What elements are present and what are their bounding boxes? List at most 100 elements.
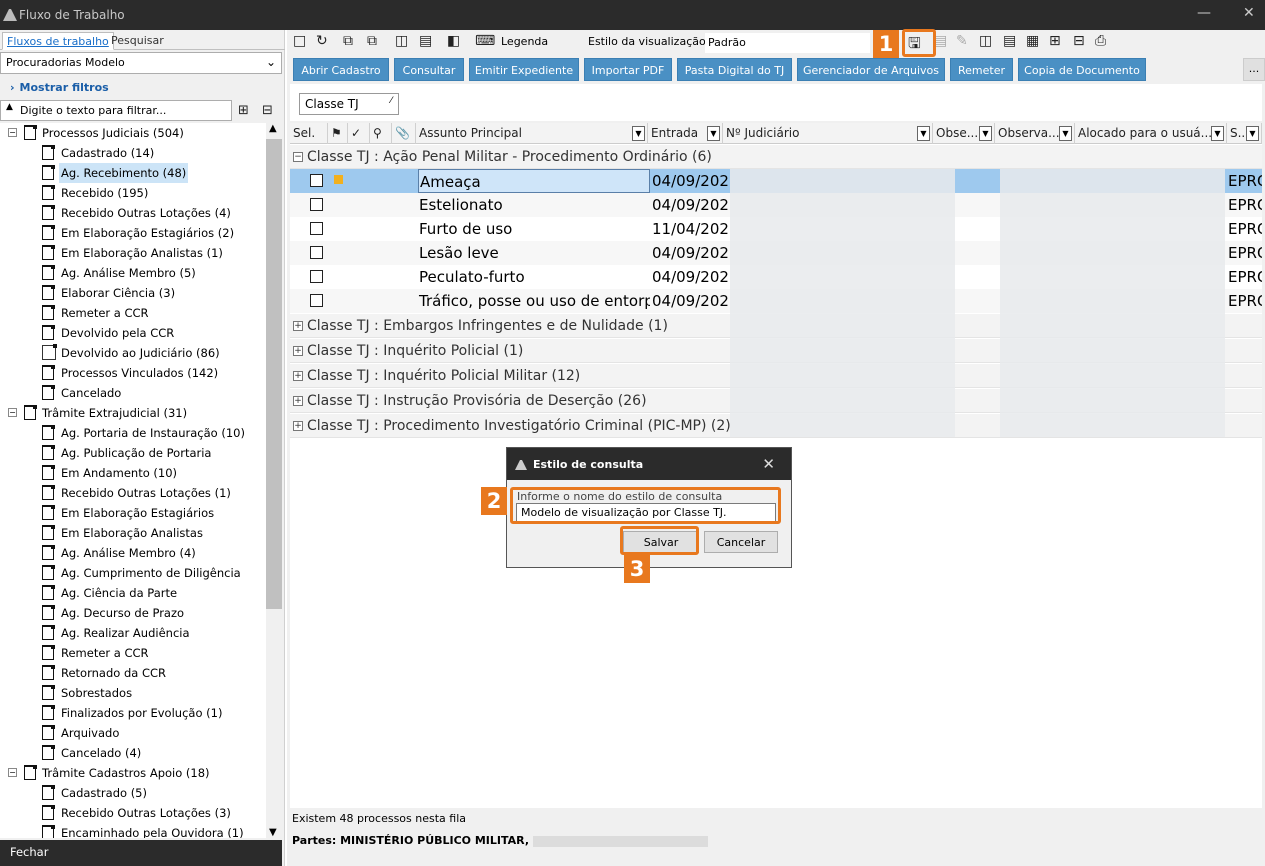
book-icon[interactable]: ◫ — [979, 33, 992, 49]
tree-item[interactable]: Cadastrado (5) — [0, 783, 266, 803]
action-button[interactable]: Copia de Documento — [1018, 58, 1146, 81]
tree-group[interactable]: − Trâmite Extrajudicial (31) — [0, 403, 266, 423]
dialog-close-icon[interactable]: ✕ — [762, 455, 775, 473]
duplicate-icon[interactable]: ⧉ — [367, 33, 377, 49]
group-by-tag[interactable]: Classe TJ ⁄ — [299, 93, 399, 115]
tree-item[interactable]: Ag. Análise Membro (5) — [0, 263, 266, 283]
columns-icon[interactable]: ▦ — [1026, 33, 1039, 49]
tree-scrollbar[interactable]: ▲ ▼ — [266, 123, 282, 838]
row-checkbox[interactable] — [310, 294, 323, 307]
col-tree-icon[interactable]: ⚲ — [370, 123, 392, 144]
tree-item[interactable]: Remeter a CCR — [0, 303, 266, 323]
legend-icon[interactable]: ⌨ — [475, 33, 495, 49]
tree-item[interactable]: Ag. Portaria de Instauração (10) — [0, 423, 266, 443]
mostrar-filtros-link[interactable]: › Mostrar filtros — [10, 81, 109, 94]
tree-item[interactable]: Finalizados por Evolução (1) — [0, 703, 266, 723]
row-checkbox[interactable] — [310, 174, 323, 187]
tree-item[interactable]: Cadastrado (14) — [0, 143, 266, 163]
copy-icon[interactable]: ⧉ — [343, 33, 353, 49]
tree-item[interactable]: Em Elaboração Analistas — [0, 523, 266, 543]
edit-icon[interactable]: ✎ — [956, 33, 968, 49]
refresh-icon[interactable]: ↻ — [316, 33, 328, 49]
filter-input[interactable]: ▲ Digite o texto para filtrar... — [0, 100, 232, 121]
estilo-select[interactable]: Padrão — [705, 33, 870, 53]
group-icon[interactable]: ⊟ — [1073, 33, 1085, 49]
tree-expand-icon[interactable]: ⊞ — [238, 103, 249, 118]
procuradoria-select[interactable]: Procuradorias Modelo ⌄ — [0, 52, 282, 74]
scroll-thumb[interactable] — [266, 139, 282, 609]
tree-item[interactable]: Cancelado — [0, 383, 266, 403]
tree-item[interactable]: Ag. Análise Membro (4) — [0, 543, 266, 563]
tree-item[interactable]: Recebido Outras Lotações (1) — [0, 483, 266, 503]
column-filter-icon[interactable]: ▼ — [707, 126, 720, 141]
tree-item[interactable]: Em Andamento (10) — [0, 463, 266, 483]
row-checkbox[interactable] — [310, 270, 323, 283]
tree-item[interactable]: Recebido Outras Lotações (3) — [0, 803, 266, 823]
tree-item[interactable]: Retornado da CCR — [0, 663, 266, 683]
action-button[interactable]: Consultar — [394, 58, 464, 81]
column-filter-icon[interactable]: ▼ — [979, 126, 992, 141]
tab-fluxos[interactable]: Fluxos de trabalho — [2, 32, 114, 50]
col-assunto[interactable]: Assunto Principal — [416, 123, 648, 144]
tree-item[interactable]: Arquivado — [0, 723, 266, 743]
tree-collapse-icon[interactable]: ⊟ — [262, 103, 273, 118]
tree-item[interactable]: Ag. Cumprimento de Diligência — [0, 563, 266, 583]
tree-group[interactable]: − Trâmite Cadastros Apoio (18) — [0, 763, 266, 783]
tree-item[interactable]: Em Elaboração Estagiários — [0, 503, 266, 523]
column-filter-icon[interactable]: ▼ — [1211, 126, 1224, 141]
scroll-up-icon[interactable]: ▲ — [269, 123, 277, 134]
tree-item[interactable]: Devolvido pela CCR — [0, 323, 266, 343]
column-filter-icon[interactable]: ▼ — [917, 126, 930, 141]
tree-item[interactable]: Ag. Publicação de Portaria — [0, 443, 266, 463]
collapse-icon[interactable]: − — [8, 408, 17, 417]
col-numero[interactable]: Nº Judiciário — [723, 123, 933, 144]
fechar-button[interactable]: Fechar — [0, 840, 282, 866]
row-checkbox[interactable] — [310, 222, 323, 235]
action-button[interactable]: Gerenciador de Arquivos — [797, 58, 945, 81]
minimize-button[interactable]: — — [1197, 5, 1211, 21]
expand-icon[interactable]: + — [293, 346, 303, 356]
collapse-icon[interactable]: − — [293, 152, 303, 162]
action-button[interactable]: Importar PDF — [584, 58, 672, 81]
tree-item[interactable]: Encaminhado pela Ouvidora (1) — [0, 823, 266, 838]
tree-item[interactable]: Devolvido ao Judiciário (86) — [0, 343, 266, 363]
action-button[interactable]: Abrir Cadastro — [293, 58, 389, 81]
notes-icon[interactable]: ▤ — [1003, 33, 1016, 49]
cancelar-button[interactable]: Cancelar — [704, 531, 778, 553]
tree-group[interactable]: − Processos Judiciais (504) — [0, 123, 266, 143]
expand-icon[interactable]: + — [293, 371, 303, 381]
column-filter-icon[interactable]: ▼ — [632, 126, 645, 141]
expand-icon[interactable]: + — [293, 396, 303, 406]
more-button[interactable]: ... — [1243, 58, 1265, 81]
print-icon[interactable]: ⎙ — [1095, 33, 1106, 49]
new-document-icon[interactable]: □ — [293, 33, 306, 49]
export-icon[interactable]: ◧ — [447, 33, 460, 49]
col-sel[interactable]: Sel. — [290, 123, 328, 144]
document-list-icon[interactable]: ▤ — [419, 33, 432, 49]
col-alocado[interactable]: Alocado para o usuá... — [1075, 123, 1227, 144]
tree-item[interactable]: Recebido Outras Lotações (4) — [0, 203, 266, 223]
row-checkbox[interactable] — [310, 246, 323, 259]
expand-icon[interactable]: + — [293, 421, 303, 431]
tree-item[interactable]: Elaborar Ciência (3) — [0, 283, 266, 303]
column-filter-icon[interactable]: ▼ — [1246, 126, 1259, 141]
legenda-label[interactable]: Legenda — [501, 35, 548, 48]
action-button[interactable]: Pasta Digital do TJ — [677, 58, 792, 81]
tree-item[interactable]: Cancelado (4) — [0, 743, 266, 763]
tree-item[interactable]: Sobrestados — [0, 683, 266, 703]
tree-item[interactable]: Remeter a CCR — [0, 643, 266, 663]
row-checkbox[interactable] — [310, 198, 323, 211]
tree-item[interactable]: Em Elaboração Analistas (1) — [0, 243, 266, 263]
tree-item[interactable]: Ag. Decurso de Prazo — [0, 603, 266, 623]
hierarchy-icon[interactable]: ⊞ — [1049, 33, 1061, 49]
tree-item[interactable]: Em Elaboração Estagiários (2) — [0, 223, 266, 243]
collapse-icon[interactable]: − — [8, 128, 17, 137]
scroll-down-icon[interactable]: ▼ — [269, 827, 277, 838]
tab-pesquisar[interactable]: Pesquisar — [107, 32, 168, 50]
close-button[interactable]: ✕ — [1243, 5, 1255, 21]
tree-item[interactable]: Recebido (195) — [0, 183, 266, 203]
action-button[interactable]: Remeter — [950, 58, 1013, 81]
tree-item[interactable]: Ag. Ciência da Parte — [0, 583, 266, 603]
collapse-icon[interactable]: − — [8, 768, 17, 777]
action-button[interactable]: Emitir Expediente — [469, 58, 579, 81]
